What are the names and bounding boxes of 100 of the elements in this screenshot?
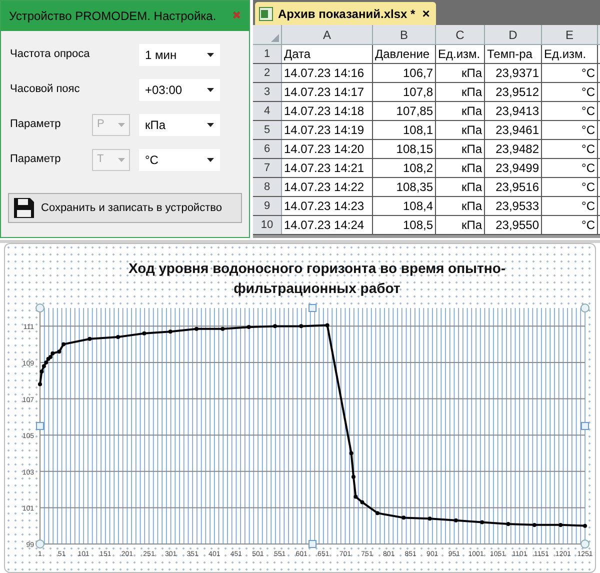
table-cell: Ед.изм. [542, 45, 598, 63]
resize-handle[interactable] [581, 422, 589, 430]
data-point [351, 474, 356, 479]
value-dropdown[interactable]: +03:00 [139, 78, 220, 100]
table-cell: 14.07.23 14:16 [282, 64, 373, 82]
table-cell: кПа [436, 121, 485, 139]
column-header[interactable]: E [542, 25, 598, 44]
table-cell: °C [542, 178, 598, 196]
row-header[interactable]: 4 [253, 102, 282, 120]
data-point [38, 382, 42, 386]
caret-icon [207, 158, 214, 162]
caret-icon [118, 158, 125, 162]
table-cell: °C [542, 64, 598, 82]
data-point [532, 522, 536, 527]
table-cell: °C [542, 121, 598, 139]
row-header[interactable]: 2 [253, 64, 282, 82]
spreadsheet-file-icon [259, 6, 273, 20]
data-point [428, 516, 432, 521]
table-cell: 23,9533 [485, 197, 542, 215]
table-cell: 23,9512 [485, 83, 542, 101]
table-cell: кПа [436, 83, 485, 101]
value-dropdown[interactable]: 1 мин [139, 44, 220, 66]
data-point [454, 518, 458, 522]
file-tab[interactable]: Архив показаний.xlsx * × [255, 2, 436, 25]
tab-label: Архив показаний.xlsx * [278, 6, 416, 22]
field-label: Параметр [10, 117, 62, 132]
select-all-icon[interactable] [271, 34, 279, 42]
table-cell: 108,4 [373, 197, 436, 215]
table-cell: 108,2 [373, 159, 436, 177]
field-label: Частота опроса [10, 47, 91, 62]
table-cell: 14.07.23 14:24 [282, 216, 373, 234]
data-point [349, 451, 354, 456]
caret-icon [207, 52, 214, 56]
table-cell: кПа [436, 140, 485, 158]
row-header[interactable]: 6 [253, 140, 282, 158]
table-cell: Давление [373, 45, 436, 63]
table-cell: 23,9371 [485, 64, 542, 82]
field-label: Часовой пояс [10, 82, 81, 98]
resize-handle[interactable] [36, 304, 44, 312]
resize-handle[interactable] [36, 540, 44, 548]
table-cell: °C [542, 197, 598, 215]
table-cell: °C [542, 140, 598, 158]
resize-handle[interactable] [36, 422, 44, 430]
table-cell: кПа [436, 64, 485, 82]
column-header[interactable]: B [373, 25, 436, 44]
close-tab-button[interactable]: × [420, 7, 432, 20]
row-header[interactable]: 3 [253, 83, 282, 101]
resize-handle[interactable] [580, 540, 590, 548]
data-point [558, 522, 563, 527]
data-point [299, 324, 304, 328]
row-header[interactable]: 9 [253, 197, 282, 215]
resize-handle[interactable] [580, 304, 590, 312]
table-cell: 14.07.23 14:20 [282, 140, 373, 158]
row-header[interactable]: 7 [253, 159, 282, 177]
table-cell: °C [542, 102, 598, 120]
resize-handle[interactable] [308, 540, 316, 548]
column-header[interactable]: C [436, 25, 485, 44]
table-cell: 23,9461 [485, 121, 542, 139]
table-cell: 23,9482 [485, 140, 542, 158]
data-point [168, 330, 172, 334]
value-dropdown[interactable]: кПа [139, 114, 220, 136]
table-cell: Ед.изм. [436, 45, 485, 63]
data-point [273, 324, 277, 328]
table-cell: кПа [436, 159, 485, 177]
row-header[interactable]: 10 [253, 216, 282, 234]
column-header[interactable]: A [282, 25, 373, 44]
table-cell: 108,1 [373, 121, 436, 139]
row-header[interactable]: 1 [253, 45, 282, 63]
data-point [325, 323, 330, 328]
data-point [480, 520, 484, 524]
table-cell: 107,85 [373, 102, 436, 120]
table-cell: 23,9516 [485, 178, 542, 196]
table-cell: 108,35 [373, 178, 436, 196]
chart-title: Ход уровня водоносного горизонта во время опытно-фильтрационных работ [127, 259, 507, 298]
caret-icon [118, 122, 125, 126]
caret-icon [207, 122, 214, 126]
data-point [194, 326, 199, 331]
row-header[interactable]: 5 [253, 121, 282, 139]
data-point [57, 350, 62, 354]
data-point [88, 336, 92, 341]
caret-icon [207, 88, 214, 92]
resize-handle[interactable] [308, 304, 316, 312]
table-cell: 14.07.23 14:17 [282, 83, 373, 101]
value-dropdown[interactable]: °C [139, 148, 220, 170]
row-header[interactable]: 8 [253, 178, 282, 196]
save-button[interactable]: Сохранить и записать в устройство [8, 193, 242, 223]
table-cell: 23,9499 [485, 159, 542, 177]
data-point [220, 326, 225, 331]
table-cell: кПа [436, 197, 485, 215]
data-point [506, 522, 510, 526]
data-point [354, 494, 358, 499]
table-cell: Дата [282, 45, 373, 63]
window-title: Устройство PROMODEM. Настройка. [9, 8, 216, 25]
column-header[interactable]: D [485, 25, 542, 44]
table-cell: 14.07.23 14:19 [282, 121, 373, 139]
table-cell: °C [542, 83, 598, 101]
table-cell: кПа [436, 178, 485, 196]
table-cell: °C [542, 159, 598, 177]
table-cell: 108,5 [373, 216, 436, 234]
table-cell: 14.07.23 14:22 [282, 178, 373, 196]
